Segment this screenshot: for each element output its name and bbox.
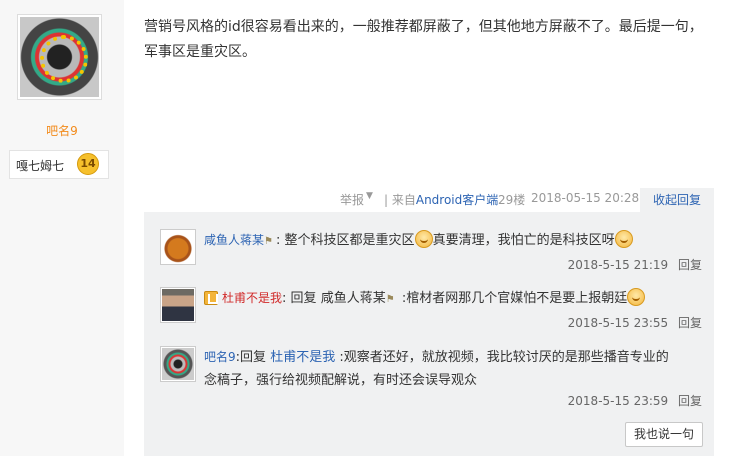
reply-prefix: 回复 bbox=[290, 291, 317, 306]
reply-text: :观察者还好，就放视频，我比较讨厌的是那些播音专业的 bbox=[339, 350, 669, 365]
reply-body: 杜甫不是我: 回复 咸鱼人蒋某⚑ :棺材者网那几个官媒怕不是要上报朝廷 bbox=[204, 287, 704, 310]
collapse-replies-button[interactable]: 收起回复 bbox=[640, 188, 714, 212]
reply-body: 吧名9:回复 杜甫不是我 :观察者还好，就放视频，我比较讨厌的是那些播音专业的 … bbox=[204, 346, 704, 392]
reply-time: 2018-5-15 23:59 bbox=[567, 394, 669, 408]
reply-body: 咸鱼人蒋某⚑: 整个科技区都是重灾区 真要清理，我怕亡的是科技区呀 bbox=[204, 229, 704, 252]
post-time: 2018-05-15 20:28 bbox=[531, 191, 640, 205]
author-avatar[interactable] bbox=[17, 14, 102, 100]
member-badge[interactable]: 嘎七姆七 14 bbox=[9, 150, 109, 179]
reply-button[interactable]: 回复 bbox=[678, 394, 702, 408]
reply-colon: : bbox=[282, 291, 287, 306]
post-content: 营销号风格的id很容易看出来的，一般推荐都屏蔽了，但其他地方屏蔽不了。最后提一句… bbox=[144, 15, 704, 65]
ring-avatar-image bbox=[162, 348, 194, 380]
reply-meta: 2018-5-15 21:19 回复 bbox=[568, 256, 702, 273]
reply-username[interactable]: 吧名9 bbox=[204, 350, 236, 364]
say-something-button[interactable]: 我也说一句 bbox=[625, 422, 703, 447]
reply-text: :棺材者网那几个官媒怕不是要上报朝廷 bbox=[401, 291, 628, 306]
reply-time: 2018-5-15 23:55 bbox=[567, 316, 669, 330]
author-username[interactable]: 吧名9 bbox=[0, 122, 124, 139]
smile-emoji-icon bbox=[614, 230, 633, 248]
chevron-down-icon[interactable]: ▼ bbox=[366, 191, 373, 201]
reply-list: 咸鱼人蒋某⚑: 整个科技区都是重灾区 真要清理，我怕亡的是科技区呀 2018-5-… bbox=[144, 212, 714, 456]
badge-level-icon: 14 bbox=[77, 153, 99, 175]
reply-text: 整个科技区都是重灾区 bbox=[284, 233, 415, 248]
reply-prefix: 回复 bbox=[240, 350, 267, 365]
reply-avatar[interactable] bbox=[160, 346, 196, 382]
reply-colon: : bbox=[276, 233, 281, 248]
reply-text: 念稿子，强行给视频配解说，有时还会误导观众 bbox=[204, 373, 478, 388]
reply-meta: 2018-5-15 23:55 回复 bbox=[568, 314, 702, 331]
reply-avatar[interactable] bbox=[160, 287, 196, 323]
reply-target[interactable]: 咸鱼人蒋某 bbox=[321, 291, 386, 306]
post-meta-bar: 举报 ▼ | 来自Android客户端 29楼 2018-05-15 20:28… bbox=[144, 188, 714, 212]
reply-username[interactable]: 杜甫不是我 bbox=[222, 291, 282, 305]
floor-number: 29楼 bbox=[498, 193, 526, 207]
reply-username[interactable]: 咸鱼人蒋某 bbox=[204, 233, 264, 247]
avatar-image bbox=[20, 17, 99, 97]
smile-emoji-icon bbox=[414, 230, 433, 248]
post-text-line: 营销号风格的id很容易看出来的，一般推荐都屏蔽了，但其他地方屏蔽不了。最后提一句… bbox=[144, 19, 703, 35]
tag-icon: ⚑ bbox=[385, 294, 395, 305]
badge-name: 嘎七姆七 bbox=[16, 159, 65, 173]
reply-button[interactable]: 回复 bbox=[678, 316, 702, 330]
client-link[interactable]: Android客户端 bbox=[416, 193, 498, 207]
tag-icon: ⚑ bbox=[264, 236, 273, 247]
vip-icon bbox=[204, 291, 218, 305]
reply-time: 2018-5-15 21:19 bbox=[567, 258, 669, 272]
reply-avatar[interactable] bbox=[160, 229, 196, 265]
author-sidebar: 吧名9 嘎七姆七 14 bbox=[0, 0, 124, 456]
report-link[interactable]: 举报 bbox=[340, 191, 364, 208]
smile-emoji-icon bbox=[627, 288, 646, 306]
source-prefix: | 来自 bbox=[384, 193, 416, 207]
reply-target[interactable]: 杜甫不是我 bbox=[270, 350, 335, 365]
bear-avatar-image bbox=[162, 231, 194, 263]
reply-text: 真要清理，我怕亡的是科技区呀 bbox=[432, 233, 615, 248]
post-text-line: 军事区是重灾区。 bbox=[144, 44, 256, 60]
reply-item: 吧名9:回复 杜甫不是我 :观察者还好，就放视频，我比较讨厌的是那些播音专业的 … bbox=[160, 346, 705, 412]
post-source: | 来自Android客户端 bbox=[384, 191, 498, 208]
reply-item: 咸鱼人蒋某⚑: 整个科技区都是重灾区 真要清理，我怕亡的是科技区呀 2018-5-… bbox=[160, 229, 705, 281]
reply-item: 杜甫不是我: 回复 咸鱼人蒋某⚑ :棺材者网那几个官媒怕不是要上报朝廷 2018… bbox=[160, 287, 705, 339]
reply-button[interactable]: 回复 bbox=[678, 258, 702, 272]
person-avatar-image bbox=[162, 289, 194, 321]
reply-meta: 2018-5-15 23:59 回复 bbox=[568, 392, 702, 409]
